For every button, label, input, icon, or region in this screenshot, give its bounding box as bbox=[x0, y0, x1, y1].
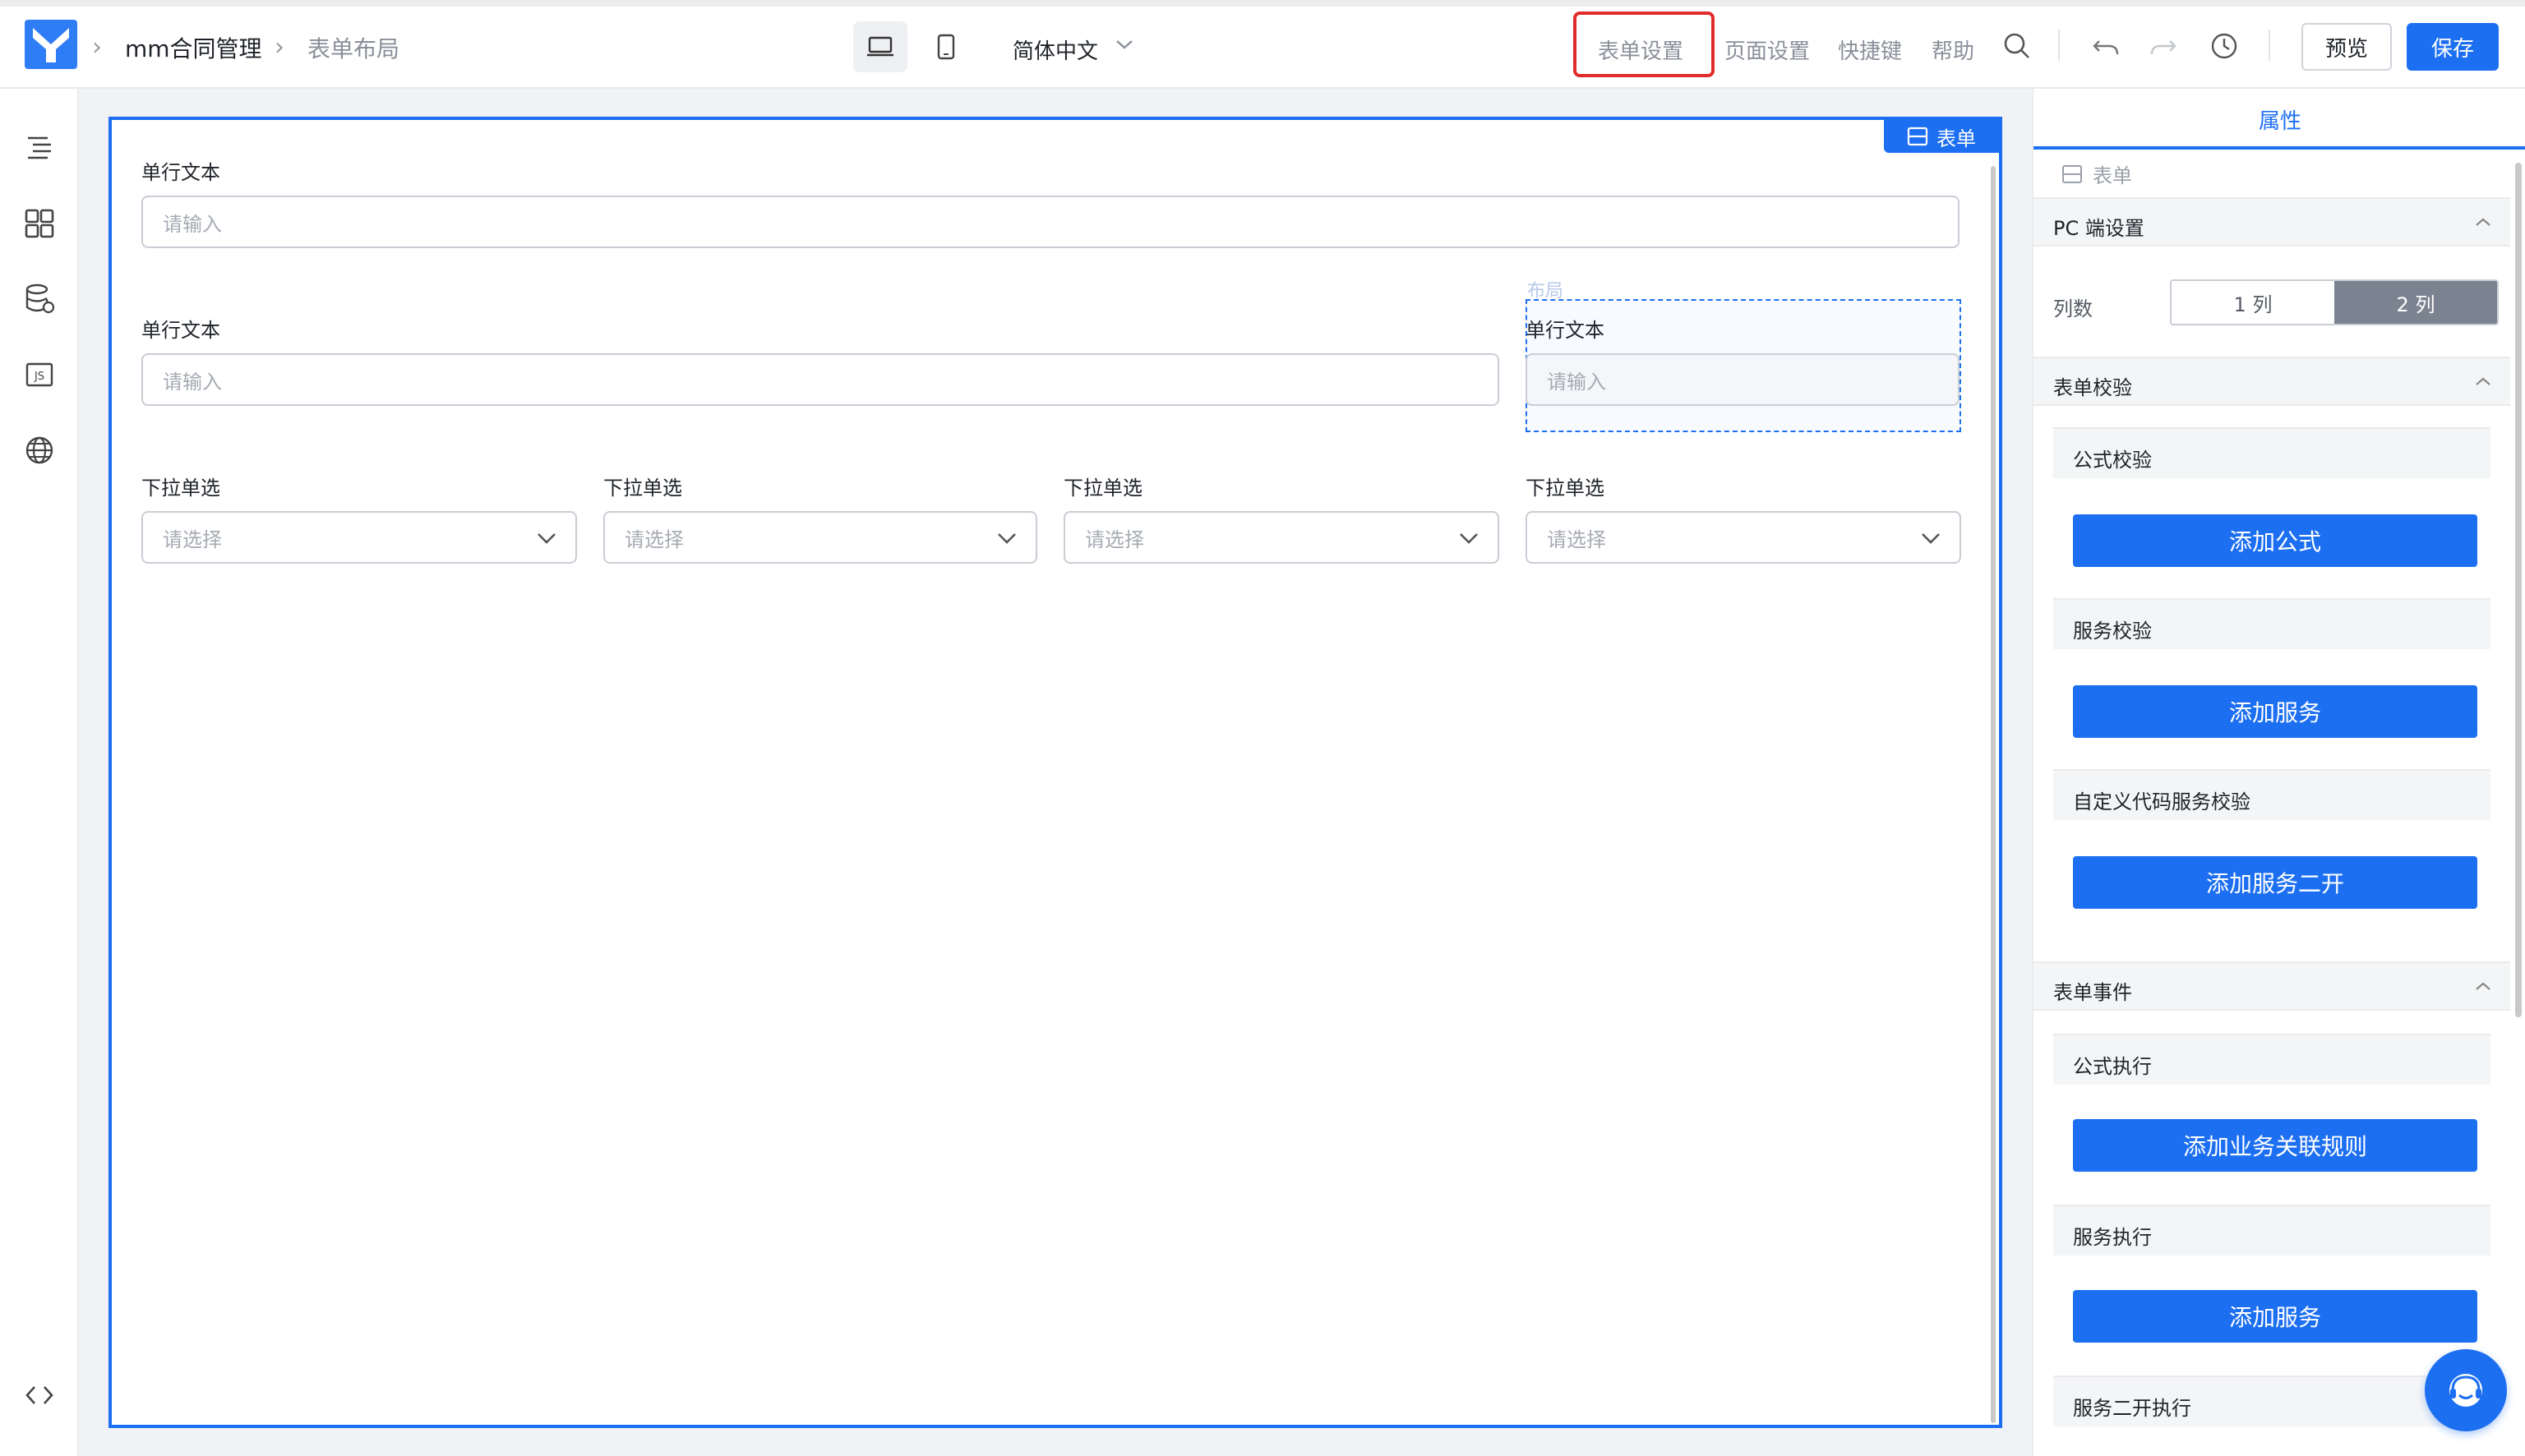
field-label: 下拉单选 bbox=[603, 477, 682, 500]
canvas-scrollbar[interactable] bbox=[1991, 166, 1996, 1423]
chevron-down-icon bbox=[1460, 533, 1478, 544]
text-input[interactable]: 请输入 bbox=[141, 353, 1499, 406]
toolbar-divider bbox=[2058, 30, 2060, 61]
mobile-view-button[interactable] bbox=[919, 21, 973, 72]
panel-breadcrumb: 表单 bbox=[2061, 159, 2132, 188]
columns-label: 列数 bbox=[2053, 297, 2093, 320]
subsection-custom-code-validation: 自定义代码服务校验 bbox=[2053, 769, 2490, 820]
subsection-title: 公式校验 bbox=[2073, 449, 2152, 472]
subsection-service-execution: 服务执行 bbox=[2053, 1205, 2490, 1256]
add-service-button[interactable]: 添加服务 bbox=[2073, 1290, 2477, 1343]
chevron-down-icon[interactable] bbox=[1115, 36, 1134, 53]
properties-panel: 属性 表单 PC 端设置 列数 1 列 2 列 表单校验 公式校验 添加公式 服… bbox=[2032, 89, 2525, 1456]
field-label: 下拉单选 bbox=[1064, 477, 1142, 500]
support-chat-button[interactable] bbox=[2425, 1349, 2507, 1431]
globe-icon[interactable] bbox=[23, 434, 56, 467]
breadcrumb-page[interactable]: 表单布局 bbox=[307, 31, 399, 64]
select-placeholder: 请选择 bbox=[1085, 528, 1144, 551]
panel-scrollbar[interactable] bbox=[2515, 163, 2522, 1017]
select-placeholder: 请选择 bbox=[1547, 528, 1606, 551]
source-code-icon[interactable] bbox=[23, 1379, 56, 1412]
js-code-icon[interactable]: JS bbox=[23, 358, 56, 391]
subsection-formula-execution: 公式执行 bbox=[2053, 1034, 2490, 1085]
columns-option-1[interactable]: 1 列 bbox=[2172, 281, 2334, 324]
subsection-formula-validation: 公式校验 bbox=[2053, 427, 2490, 478]
form-settings-link[interactable]: 表单设置 bbox=[1598, 35, 1683, 65]
chevron-up-icon bbox=[2476, 377, 2490, 385]
text-input[interactable]: 请输入 bbox=[1526, 353, 1960, 406]
tab-properties[interactable]: 属性 bbox=[2033, 89, 2525, 150]
select-input[interactable]: 请选择 bbox=[1064, 511, 1499, 564]
form-tag-label: 表单 bbox=[1936, 127, 1976, 150]
desktop-view-button[interactable] bbox=[853, 21, 907, 72]
field-label: 单行文本 bbox=[1526, 319, 1604, 342]
laptop-icon bbox=[867, 36, 893, 57]
undo-icon[interactable] bbox=[2091, 31, 2121, 61]
chevron-down-icon bbox=[538, 533, 556, 544]
chevron-right-icon: › bbox=[92, 33, 102, 62]
subsection-title: 服务执行 bbox=[2073, 1226, 2152, 1249]
section-form-events[interactable]: 表单事件 bbox=[2033, 961, 2510, 1011]
select-placeholder: 请选择 bbox=[625, 528, 684, 551]
tab-underline bbox=[2033, 146, 2525, 150]
form-icon bbox=[1907, 127, 1928, 146]
app-logo-icon[interactable] bbox=[25, 20, 77, 69]
components-grid-icon[interactable] bbox=[23, 207, 56, 240]
text-input[interactable]: 请输入 bbox=[141, 196, 1960, 248]
toolbar-divider bbox=[2269, 30, 2270, 61]
mobile-icon bbox=[937, 34, 955, 60]
columns-toggle: 1 列 2 列 bbox=[2170, 279, 2499, 325]
add-business-rule-button[interactable]: 添加业务关联规则 bbox=[2073, 1119, 2477, 1172]
field-label: 下拉单选 bbox=[1526, 477, 1604, 500]
section-title: 表单校验 bbox=[2053, 376, 2132, 399]
field-label: 下拉单选 bbox=[141, 477, 220, 500]
form-tag[interactable]: 表单 bbox=[1884, 120, 1999, 153]
outline-tree-icon[interactable] bbox=[23, 131, 56, 164]
panel-breadcrumb-label: 表单 bbox=[2093, 164, 2132, 187]
chevron-up-icon bbox=[2476, 982, 2490, 990]
window-edge bbox=[0, 0, 2525, 7]
redo-icon[interactable] bbox=[2149, 31, 2178, 61]
history-icon[interactable] bbox=[2209, 31, 2239, 61]
preview-button[interactable]: 预览 bbox=[2301, 23, 2392, 71]
select-placeholder: 请选择 bbox=[163, 528, 222, 551]
add-service-button[interactable]: 添加服务 bbox=[2073, 685, 2477, 738]
chevron-right-icon: › bbox=[275, 33, 284, 62]
data-source-icon[interactable] bbox=[23, 283, 56, 316]
subsection-title: 服务二开执行 bbox=[2073, 1397, 2191, 1420]
panel-tab-bar: 属性 bbox=[2033, 89, 2525, 150]
field-label: 单行文本 bbox=[141, 161, 220, 184]
subsection-title: 服务校验 bbox=[2073, 620, 2152, 643]
add-service-extension-button[interactable]: 添加服务二开 bbox=[2073, 856, 2477, 909]
headset-icon bbox=[2449, 1374, 2482, 1407]
form-icon bbox=[2062, 164, 2082, 183]
page-settings-link[interactable]: 页面设置 bbox=[1724, 35, 1810, 65]
shortcuts-link[interactable]: 快捷键 bbox=[1838, 35, 1902, 65]
subsection-service-validation: 服务校验 bbox=[2053, 598, 2490, 649]
section-pc-settings[interactable]: PC 端设置 bbox=[2033, 197, 2510, 247]
subsection-title: 自定义代码服务校验 bbox=[2073, 790, 2250, 813]
top-bar: › mm合同管理 › 表单布局 简体中文 表单设置 页面设置 快捷键 帮助 预览… bbox=[0, 0, 2525, 89]
columns-option-2[interactable]: 2 列 bbox=[2334, 281, 2497, 324]
select-input[interactable]: 请选择 bbox=[1526, 511, 1961, 564]
add-formula-button[interactable]: 添加公式 bbox=[2073, 514, 2477, 567]
section-title: PC 端设置 bbox=[2053, 217, 2144, 240]
breadcrumb-app[interactable]: mm合同管理 bbox=[125, 31, 262, 64]
help-link[interactable]: 帮助 bbox=[1932, 35, 1974, 65]
save-button[interactable]: 保存 bbox=[2407, 23, 2499, 71]
left-sidebar: JS bbox=[0, 89, 79, 1456]
field-label: 单行文本 bbox=[141, 319, 220, 342]
chevron-down-icon bbox=[1922, 533, 1940, 544]
select-input[interactable]: 请选择 bbox=[603, 511, 1037, 564]
section-title: 表单事件 bbox=[2053, 981, 2132, 1004]
select-input[interactable]: 请选择 bbox=[141, 511, 577, 564]
search-icon[interactable] bbox=[2002, 31, 2032, 61]
language-select[interactable]: 简体中文 bbox=[1013, 35, 1098, 65]
chevron-down-icon bbox=[998, 533, 1016, 544]
subsection-title: 公式执行 bbox=[2073, 1055, 2152, 1078]
section-form-validation[interactable]: 表单校验 bbox=[2033, 357, 2510, 406]
svg-text:JS: JS bbox=[34, 371, 44, 383]
chevron-up-icon bbox=[2476, 218, 2490, 226]
